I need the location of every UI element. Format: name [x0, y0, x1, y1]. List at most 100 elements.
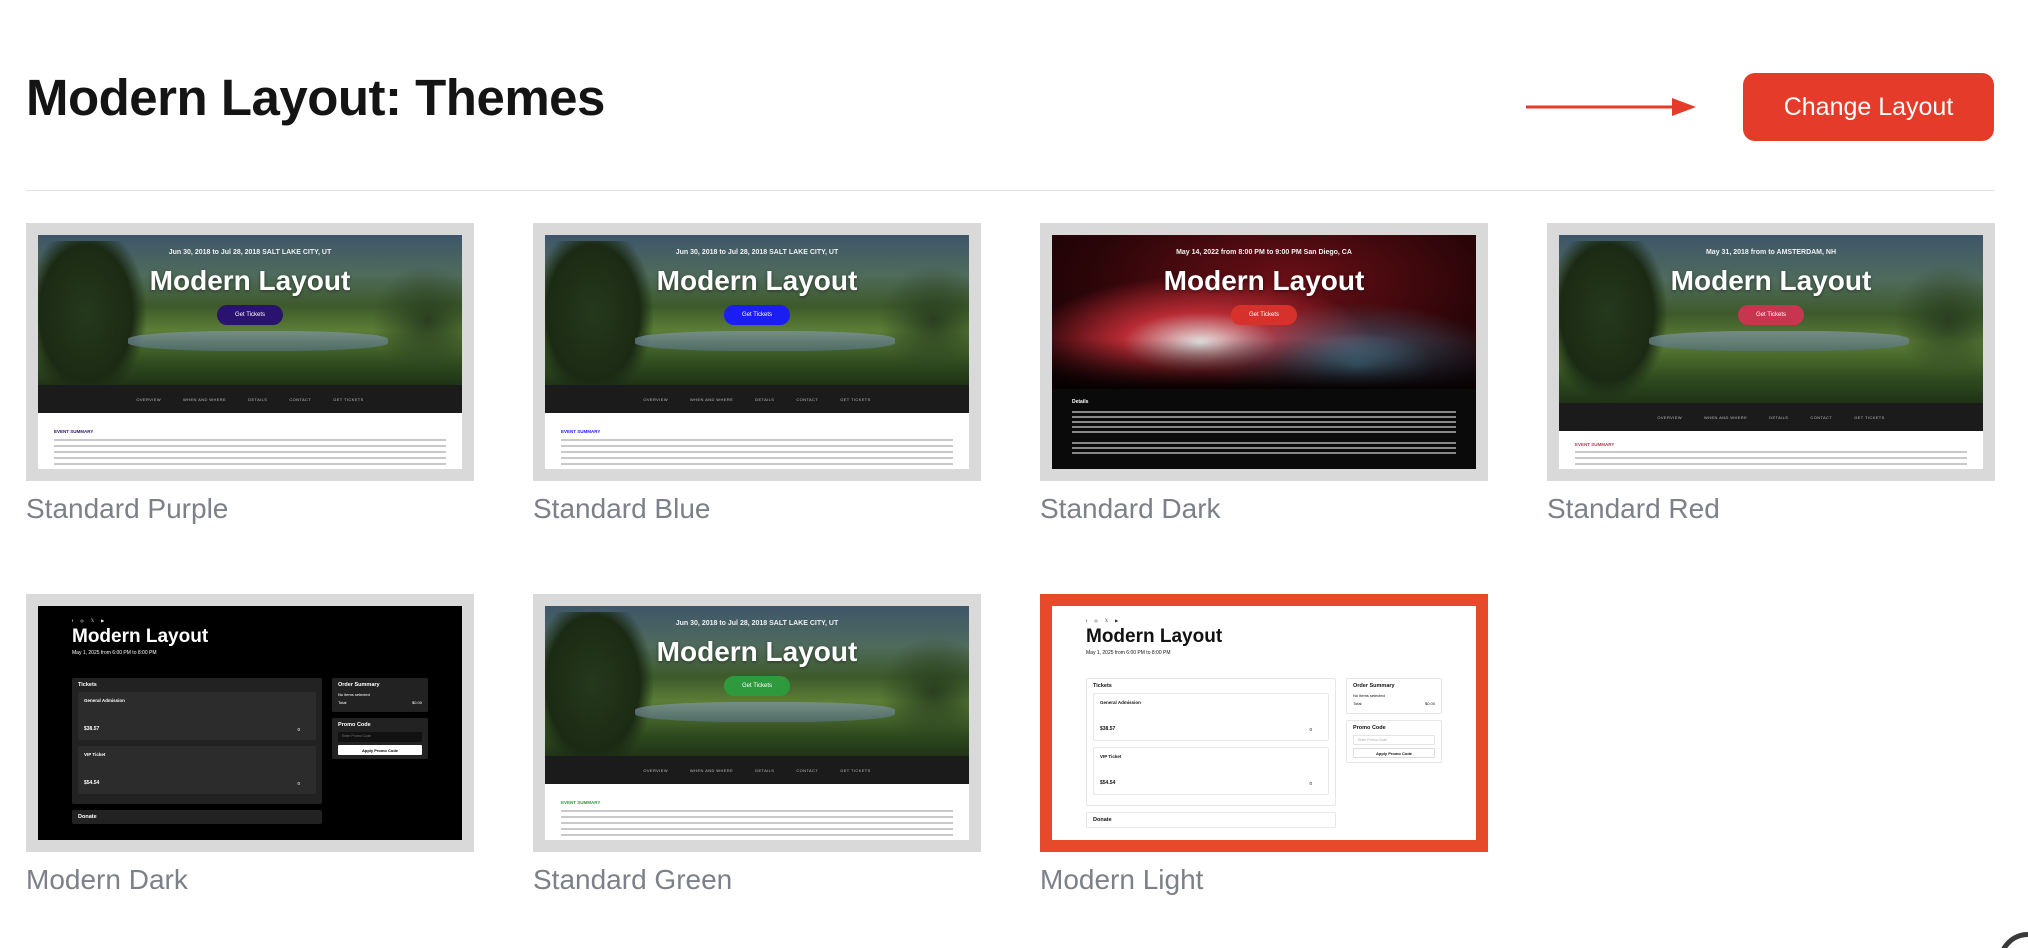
- preview-hero: May 31, 2018 from to AMSTERDAM, NH Modern…: [1559, 235, 1983, 407]
- theme-label[interactable]: Modern Light: [1040, 864, 1488, 896]
- theme-label[interactable]: Standard Green: [533, 864, 981, 896]
- preview-tickets-heading: Tickets: [1093, 683, 1112, 689]
- preview-get-tickets-button: Get Tickets: [1231, 305, 1297, 325]
- preview-total-value: $0.00: [411, 700, 422, 705]
- theme-preview-frame[interactable]: f ◎ 𝕏 ▶ Modern Layout May 1, 2025 from 6:0…: [1040, 594, 1488, 852]
- preview-title: Modern Layout: [149, 265, 351, 296]
- theme-label[interactable]: Modern Dark: [26, 864, 474, 896]
- preview-ticket-qty: 0: [1309, 781, 1312, 786]
- preview-summary-column: Order Summary No items selected Total $0.00…: [1346, 678, 1442, 832]
- preview-nav-item: CONTACT: [796, 396, 819, 402]
- preview-ticket: General Admission $38.57 0: [78, 692, 316, 740]
- preview-get-tickets-button: Get Tickets: [724, 676, 790, 696]
- preview-promo-heading: Promo Code: [338, 722, 371, 728]
- preview-nav-item: GET TICKETS: [840, 767, 871, 773]
- theme-preview: Jun 30, 2018 to Jul 28, 2018 SALT LAKE C…: [38, 235, 462, 469]
- preview-date: May 31, 2018 from to AMSTERDAM, NH: [1705, 249, 1837, 256]
- theme-preview-frame[interactable]: Jun 30, 2018 to Jul 28, 2018 SALT LAKE C…: [533, 594, 981, 852]
- preview-text-line: [1575, 457, 1967, 459]
- theme-preview-frame[interactable]: May 31, 2018 from to AMSTERDAM, NH Modern…: [1547, 223, 1995, 481]
- theme-preview: Jun 30, 2018 to Jul 28, 2018 SALT LAKE C…: [545, 606, 969, 840]
- preview-summary-title: EVENT SUMMARY: [561, 800, 601, 805]
- preview-get-tickets-button: Get Tickets: [217, 305, 283, 325]
- preview-text-line: [1072, 447, 1456, 449]
- preview-ticket-qty: 0: [297, 727, 300, 732]
- preview-text-line: [1072, 442, 1456, 444]
- preview-nav-item: GET TICKETS: [1854, 414, 1885, 420]
- preview-title: Modern Layout: [1163, 265, 1365, 296]
- theme-card[interactable]: Jun 30, 2018 to Jul 28, 2018 SALT LAKE C…: [533, 223, 981, 525]
- preview-ticket-price: $54.54: [1100, 780, 1116, 786]
- theme-label[interactable]: Standard Purple: [26, 493, 474, 525]
- theme-label[interactable]: Standard Blue: [533, 493, 981, 525]
- preview-text-line: [54, 445, 446, 447]
- arrow-right-icon: [1526, 98, 1696, 116]
- preview-nav-item: WHEN AND WHERE: [690, 767, 734, 773]
- preview-hero: May 14, 2022 from 8:00 PM to 9:00 PM San…: [1052, 235, 1476, 389]
- preview-modern: f ◎ 𝕏 ▶ Modern Layout May 1, 2025 from 6:0…: [1052, 606, 1476, 840]
- theme-preview-frame[interactable]: Jun 30, 2018 to Jul 28, 2018 SALT LAKE C…: [533, 223, 981, 481]
- theme-preview-frame[interactable]: f ◎ 𝕏 ▶ Modern Layout May 1, 2025 from 6:0…: [26, 594, 474, 852]
- preview-ticket-price: $54.54: [84, 780, 100, 786]
- preview-summary-title: EVENT SUMMARY: [561, 429, 601, 434]
- theme-card[interactable]: Jun 30, 2018 to Jul 28, 2018 SALT LAKE C…: [533, 594, 981, 896]
- preview-hero: Jun 30, 2018 to Jul 28, 2018 SALT LAKE C…: [38, 235, 462, 389]
- preview-text-line: [561, 457, 953, 459]
- preview-navbar: OVERVIEW WHEN AND WHERE DETAILS CONTACT GET …: [545, 385, 969, 413]
- preview-nav-item: CONTACT: [289, 396, 312, 402]
- preview-nav-item: CONTACT: [796, 767, 819, 773]
- preview-navbar: OVERVIEW WHEN AND WHERE DETAILS CONTACT GET …: [545, 756, 969, 784]
- preview-nav-item: CONTACT: [1810, 414, 1833, 420]
- preview-crowd: [1052, 339, 1476, 389]
- preview-total-row: Total $0.00: [1353, 701, 1435, 706]
- preview-text-line: [1072, 416, 1456, 418]
- preview-tickets-column: Tickets General Admission $38.57 0 VIP Ticke…: [72, 678, 322, 828]
- preview-summary-title: EVENT SUMMARY: [1575, 442, 1615, 447]
- preview-nav-item: GET TICKETS: [333, 396, 364, 402]
- preview-text-line: [561, 463, 953, 465]
- preview-text-line: [1072, 431, 1456, 433]
- preview-date: Jun 30, 2018 to Jul 28, 2018 SALT LAKE C…: [168, 249, 332, 256]
- preview-nav-item: OVERVIEW: [643, 396, 668, 402]
- theme-card[interactable]: May 31, 2018 from to AMSTERDAM, NH Modern…: [1547, 223, 1995, 525]
- preview-title: Modern Layout: [1086, 626, 1223, 647]
- theme-card[interactable]: f ◎ 𝕏 ▶ Modern Layout May 1, 2025 from 6:0…: [1040, 594, 1488, 896]
- theme-label[interactable]: Standard Red: [1547, 493, 1995, 525]
- preview-details: Details: [1052, 389, 1476, 469]
- theme-card[interactable]: f ◎ 𝕏 ▶ Modern Layout May 1, 2025 from 6:0…: [26, 594, 474, 896]
- preview-donate-heading: Donate: [1086, 812, 1336, 828]
- preview-order-summary: Order Summary No items selected Total $0.00: [1346, 678, 1442, 714]
- theme-label[interactable]: Standard Dark: [1040, 493, 1488, 525]
- preview-text-line: [54, 457, 446, 459]
- preview-columns: Tickets General Admission $38.57 0 VIP Ticke…: [72, 678, 428, 828]
- preview-nav-item: WHEN AND WHERE: [1704, 414, 1748, 420]
- preview-title: Modern Layout: [72, 626, 209, 647]
- preview-nav-item: GET TICKETS: [840, 396, 871, 402]
- preview-date: May 1, 2025 from 6:00 PM to 8:00 PM: [1086, 649, 1171, 656]
- preview-nav-item: WHEN AND WHERE: [183, 396, 227, 402]
- theme-preview-frame[interactable]: Jun 30, 2018 to Jul 28, 2018 SALT LAKE C…: [26, 223, 474, 481]
- preview-text: [54, 439, 446, 469]
- page-title: Modern Layout: Themes: [26, 69, 605, 126]
- theme-preview-frame[interactable]: May 14, 2022 from 8:00 PM to 9:00 PM San…: [1040, 223, 1488, 481]
- preview-nav-item: OVERVIEW: [643, 767, 668, 773]
- theme-preview: May 31, 2018 from to AMSTERDAM, NH Modern…: [1559, 235, 1983, 469]
- theme-card[interactable]: Jun 30, 2018 to Jul 28, 2018 SALT LAKE C…: [26, 223, 474, 525]
- preview-date: May 1, 2025 from 6:00 PM to 8:00 PM: [72, 649, 157, 656]
- help-widget-icon[interactable]: [1998, 932, 2028, 948]
- preview-promo-panel: Promo Code Enter Promo Code Apply Promo Co…: [1346, 720, 1442, 763]
- preview-promo-input: Enter Promo Code: [1353, 735, 1435, 745]
- preview-summary-column: Order Summary No items selected Total $0.00…: [332, 678, 428, 828]
- preview-ticket-name: General Admission: [1100, 700, 1141, 705]
- preview-nav-item: DETAILS: [755, 396, 775, 402]
- preview-tickets-column: Tickets General Admission $38.57 0 VIP Ticke…: [1086, 678, 1336, 832]
- preview-tree: [38, 241, 146, 389]
- preview-date: Jun 30, 2018 to Jul 28, 2018 SALT LAKE C…: [675, 249, 839, 256]
- preview-date: May 14, 2022 from 8:00 PM to 9:00 PM San…: [1176, 249, 1352, 256]
- theme-card[interactable]: May 14, 2022 from 8:00 PM to 9:00 PM San…: [1040, 223, 1488, 525]
- preview-text-line: [1072, 411, 1456, 413]
- preview-nav-item: OVERVIEW: [136, 396, 161, 402]
- preview-date: Jun 30, 2018 to Jul 28, 2018 SALT LAKE C…: [675, 620, 839, 627]
- preview-title: Modern Layout: [656, 636, 858, 667]
- change-layout-button[interactable]: Change Layout: [1743, 73, 1994, 141]
